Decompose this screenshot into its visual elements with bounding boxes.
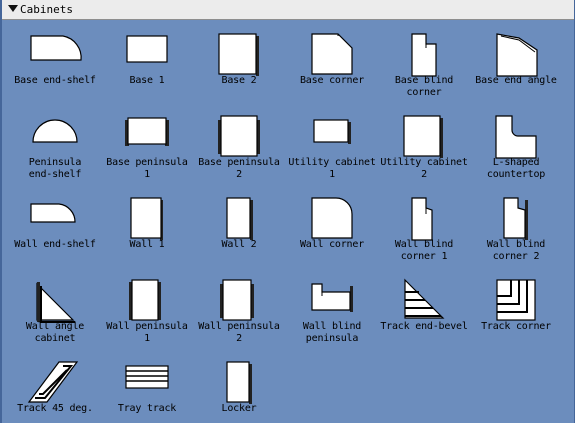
shape-label: Tray track bbox=[117, 403, 177, 414]
tray-track-icon bbox=[102, 360, 192, 406]
shape-item[interactable]: Wall blind peninsula bbox=[287, 272, 377, 348]
cabinets-stencil-panel: Cabinets Base end-shelf Base 1 Base 2 Base … bbox=[0, 0, 575, 423]
shape-label: Track end-bevel bbox=[380, 321, 468, 332]
shape-label: Wall angle cabinet bbox=[25, 321, 85, 344]
shape-label: Base 2 bbox=[221, 75, 257, 86]
utility-cabinet-2-icon bbox=[379, 114, 469, 160]
shape-label: Wall peninsula 2 bbox=[198, 321, 280, 344]
collapse-triangle-icon[interactable] bbox=[8, 5, 18, 12]
shape-item[interactable]: Wall peninsula 1 bbox=[102, 272, 192, 348]
shape-label: Base peninsula 2 bbox=[198, 157, 280, 180]
shape-item[interactable]: Base corner bbox=[287, 26, 377, 102]
wall-angle-cabinet-icon bbox=[10, 278, 100, 324]
shape-label: Locker bbox=[221, 403, 257, 414]
shape-label: Base blind corner bbox=[394, 75, 454, 98]
shape-item[interactable]: Base peninsula 1 bbox=[102, 108, 192, 184]
stencil-title-bar[interactable]: Cabinets bbox=[2, 0, 574, 20]
shape-item[interactable]: Base 2 bbox=[194, 26, 284, 102]
shape-label: Wall blind peninsula bbox=[302, 321, 362, 344]
shape-label: Wall corner bbox=[299, 239, 365, 250]
shape-label: L-shaped countertop bbox=[486, 157, 546, 180]
base-1-icon bbox=[102, 32, 192, 78]
shape-item[interactable]: Wall blind corner 1 bbox=[379, 190, 469, 266]
shape-label: Wall peninsula 1 bbox=[106, 321, 188, 344]
wall-1-icon bbox=[102, 196, 192, 242]
shape-label: Base corner bbox=[299, 75, 365, 86]
locker-icon bbox=[194, 360, 284, 406]
shape-label: Wall 1 bbox=[129, 239, 165, 250]
shape-label: Utility cabinet 2 bbox=[380, 157, 468, 180]
shape-item[interactable]: Wall blind corner 2 bbox=[471, 190, 561, 266]
shape-label: Track 45 deg. bbox=[17, 403, 93, 414]
shape-item[interactable]: Peninsula end-shelf bbox=[10, 108, 100, 184]
wall-2-icon bbox=[194, 196, 284, 242]
base-end-angle-icon bbox=[471, 32, 561, 78]
shape-item[interactable]: Base end angle bbox=[471, 26, 561, 102]
shape-label: Base 1 bbox=[129, 75, 165, 86]
shape-label: Base end angle bbox=[475, 75, 557, 86]
shape-item[interactable]: Wall 1 bbox=[102, 190, 192, 266]
shape-item[interactable]: Tray track bbox=[102, 354, 192, 423]
shape-item[interactable]: Utility cabinet 1 bbox=[287, 108, 377, 184]
shape-item[interactable]: Base 1 bbox=[102, 26, 192, 102]
shape-label: Utility cabinet 1 bbox=[288, 157, 376, 180]
stencil-title: Cabinets bbox=[20, 3, 73, 16]
track-corner-icon bbox=[471, 278, 561, 324]
wall-peninsula-1-icon bbox=[102, 278, 192, 324]
shape-item[interactable]: Track end-bevel bbox=[379, 272, 469, 348]
shape-label: Base peninsula 1 bbox=[106, 157, 188, 180]
wall-blind-corner-1-icon bbox=[379, 196, 469, 242]
shape-item[interactable]: Locker bbox=[194, 354, 284, 423]
shape-item[interactable]: Wall angle cabinet bbox=[10, 272, 100, 348]
wall-corner-icon bbox=[287, 196, 377, 242]
shape-label: Wall 2 bbox=[221, 239, 257, 250]
shape-label: Peninsula end-shelf bbox=[28, 157, 82, 180]
shape-item[interactable]: Track 45 deg. bbox=[10, 354, 100, 423]
shape-item[interactable]: Wall 2 bbox=[194, 190, 284, 266]
shape-item[interactable]: Wall peninsula 2 bbox=[194, 272, 284, 348]
shape-item[interactable]: Wall end-shelf bbox=[10, 190, 100, 266]
base-peninsula-1-icon bbox=[102, 114, 192, 160]
base-end-shelf-icon bbox=[10, 32, 100, 78]
wall-blind-peninsula-icon bbox=[287, 278, 377, 324]
shape-item[interactable]: L-shaped countertop bbox=[471, 108, 561, 184]
shape-item[interactable]: Base end-shelf bbox=[10, 26, 100, 102]
wall-end-shelf-icon bbox=[10, 196, 100, 242]
shape-label: Base end-shelf bbox=[14, 75, 96, 86]
shape-label: Wall end-shelf bbox=[14, 239, 96, 250]
utility-cabinet-1-icon bbox=[287, 114, 377, 160]
shape-label: Track corner bbox=[481, 321, 551, 332]
wall-blind-corner-2-icon bbox=[471, 196, 561, 242]
l-shaped-countertop-icon bbox=[471, 114, 561, 160]
wall-peninsula-2-icon bbox=[194, 278, 284, 324]
base-peninsula-2-icon bbox=[194, 114, 284, 160]
base-2-icon bbox=[194, 32, 284, 78]
shape-label: Wall blind corner 1 bbox=[394, 239, 454, 262]
track-end-bevel-icon bbox=[379, 278, 469, 324]
shape-item[interactable]: Track corner bbox=[471, 272, 561, 348]
shape-item[interactable]: Utility cabinet 2 bbox=[379, 108, 469, 184]
shape-item[interactable]: Base peninsula 2 bbox=[194, 108, 284, 184]
shape-item[interactable]: Base blind corner bbox=[379, 26, 469, 102]
peninsula-end-shelf-icon bbox=[10, 114, 100, 160]
base-corner-icon bbox=[287, 32, 377, 78]
shape-item[interactable]: Wall corner bbox=[287, 190, 377, 266]
shape-label: Wall blind corner 2 bbox=[486, 239, 546, 262]
track-45-deg-icon bbox=[10, 360, 100, 406]
base-blind-corner-icon bbox=[379, 32, 469, 78]
